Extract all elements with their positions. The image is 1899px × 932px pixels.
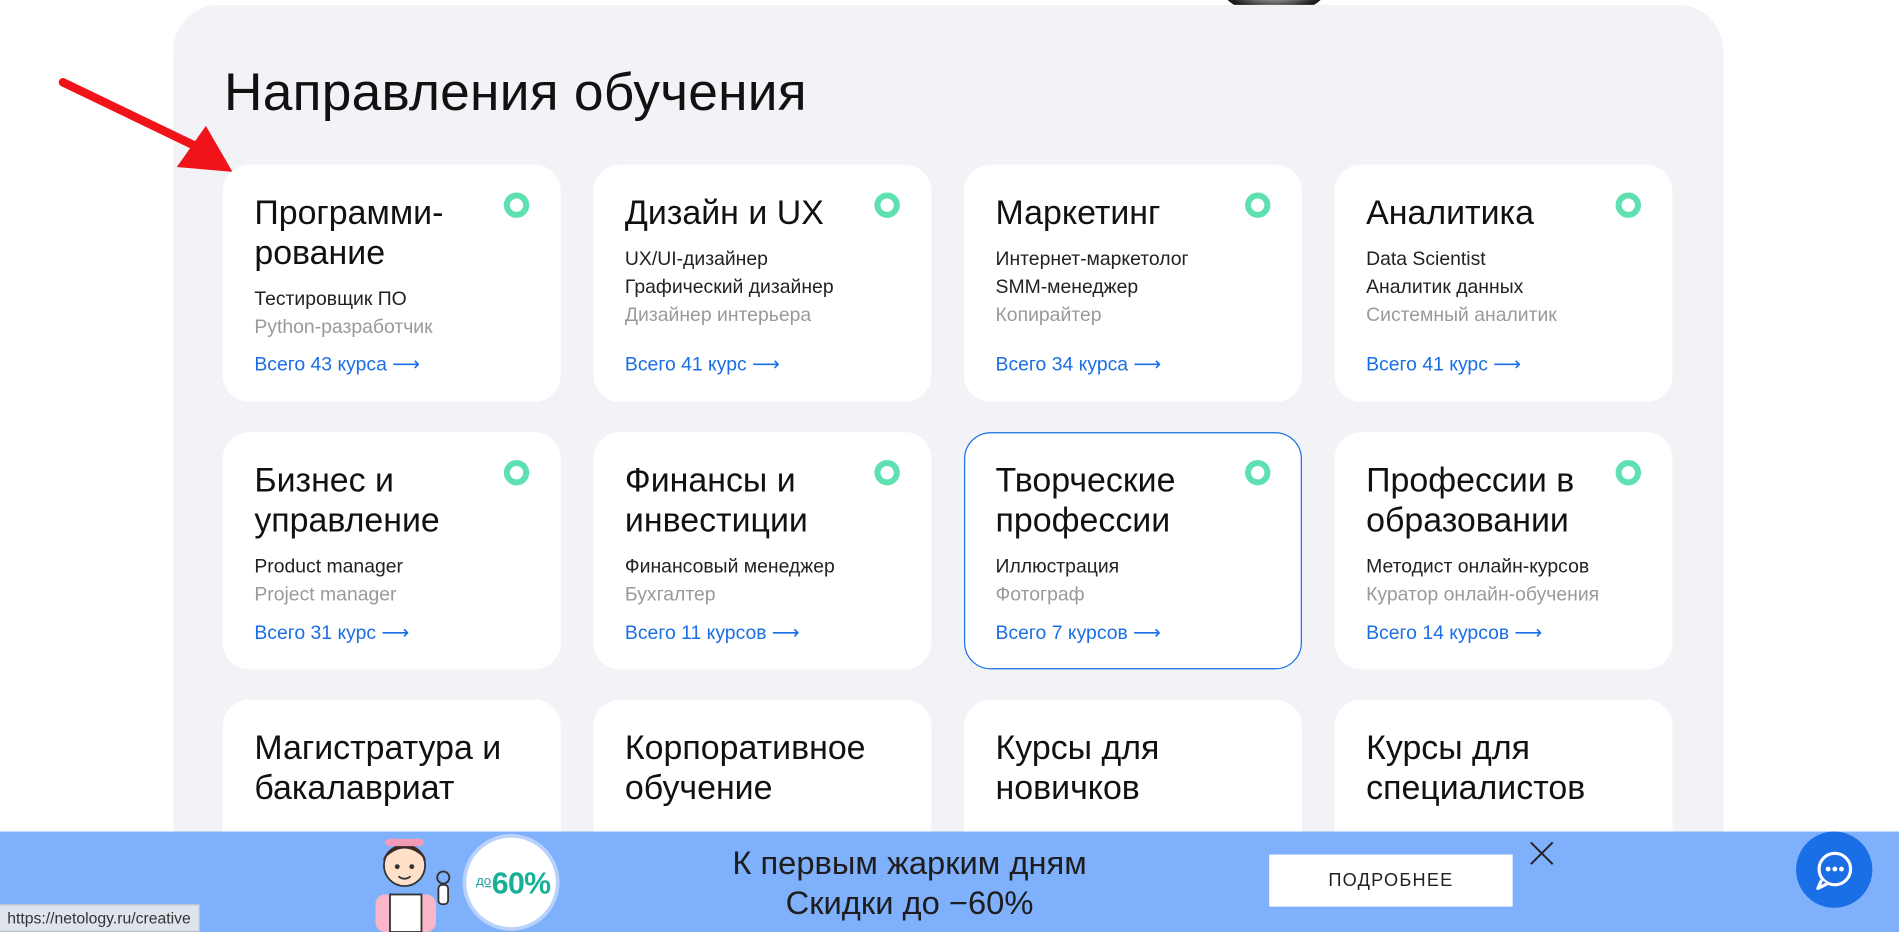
card-title: Программи-рование: [254, 193, 444, 272]
direction-card[interactable]: Финансы и инвестиции Финансовый менеджер Б…: [593, 432, 932, 670]
card-total-link[interactable]: Всего 43 курса ⟶: [254, 352, 420, 376]
promo-line-1: К первым жарким дням: [732, 844, 1087, 882]
card-profession[interactable]: Графический дизайнер: [625, 274, 834, 302]
card-total-link[interactable]: Всего 14 курсов ⟶: [1366, 621, 1542, 645]
red-arrow-annotation-icon: [58, 78, 233, 172]
card-profession[interactable]: Аналитик данных: [1366, 274, 1523, 302]
direction-card[interactable]: Маркетинг Интернет-маркетолог SMM-менеджер…: [964, 164, 1302, 402]
card-title: Дизайн и UX: [624, 193, 824, 232]
card-profession[interactable]: Python-разработчик: [254, 313, 432, 341]
card-title: Курсы для специалистов: [1366, 728, 1586, 807]
card-title: Маркетинг: [995, 193, 1161, 232]
discount-badge: до 60%: [462, 833, 560, 931]
card-total-link[interactable]: Всего 41 курс ⟶: [1366, 352, 1521, 376]
card-title: Аналитика: [1366, 193, 1534, 232]
card-profession[interactable]: Финансовый менеджер: [625, 553, 835, 581]
card-profession[interactable]: Project manager: [254, 581, 396, 609]
card-title: Творческие профессии: [995, 461, 1176, 539]
card-title: Финансы и инвестиции: [624, 461, 808, 539]
badge-value: 60%: [491, 866, 551, 901]
card-profession[interactable]: UX/UI-дизайнер: [625, 246, 768, 274]
status-dot-icon: [1245, 192, 1271, 218]
section-title: Направления обучения: [224, 62, 807, 123]
status-dot-icon: [503, 192, 530, 218]
direction-card[interactable]: Творческие профессии Иллюстрация Фотограф В…: [964, 432, 1302, 670]
promo-message: К первым жарким дням Скидки до −60%: [706, 844, 1113, 924]
close-icon[interactable]: [1528, 840, 1555, 867]
chat-button[interactable]: [1796, 831, 1873, 908]
direction-card[interactable]: Бизнес и управление Product manager Projec…: [222, 432, 561, 670]
card-profession[interactable]: Бухгалтер: [625, 581, 716, 609]
card-profession[interactable]: Product manager: [254, 553, 403, 581]
card-profession[interactable]: Фотограф: [996, 581, 1085, 609]
card-profession[interactable]: Дизайнер интерьера: [625, 301, 811, 329]
card-title: Бизнес и управление: [254, 461, 440, 539]
card-total-link[interactable]: Всего 34 курса ⟶: [996, 352, 1162, 376]
card-title: Магистратура и бакалавриат: [254, 728, 502, 807]
card-total-link[interactable]: Всего 31 курс ⟶: [254, 621, 409, 645]
card-profession[interactable]: Методист онлайн-курсов: [1366, 553, 1589, 581]
card-profession[interactable]: Копирайтер: [996, 301, 1102, 329]
card-title: Профессии в образовании: [1366, 461, 1575, 539]
girl-illustration-icon: [375, 838, 451, 932]
badge-prefix: до: [475, 873, 492, 889]
more-button[interactable]: ПОДРОБНЕЕ: [1269, 854, 1513, 907]
promo-line-2: Скидки до −60%: [785, 884, 1034, 922]
direction-card[interactable]: Аналитика Data Scientist Аналитик данных Си…: [1334, 164, 1673, 402]
card-total-link[interactable]: Всего 11 курсов ⟶: [625, 621, 800, 645]
card-title: Корпоративное обучение: [624, 728, 866, 807]
card-title: Курсы для новичков: [995, 728, 1160, 807]
card-profession[interactable]: Системный аналитик: [1366, 301, 1557, 329]
status-dot-icon: [874, 192, 900, 218]
card-profession[interactable]: Иллюстрация: [996, 553, 1120, 581]
card-profession[interactable]: Data Scientist: [1366, 246, 1486, 274]
card-profession[interactable]: SMM-менеджер: [996, 274, 1139, 302]
status-dot-icon: [1245, 459, 1271, 486]
chat-icon: [1816, 851, 1853, 891]
card-profession[interactable]: Тестировщик ПО: [254, 286, 406, 314]
status-dot-icon: [1615, 192, 1642, 218]
direction-card[interactable]: Дизайн и UX UX/UI-дизайнер Графический диз…: [593, 164, 932, 402]
card-total-link[interactable]: Всего 41 курс ⟶: [625, 352, 780, 376]
status-dot-icon: [503, 459, 530, 486]
card-total-link[interactable]: Всего 7 курсов ⟶: [996, 621, 1161, 645]
status-bar-url: https://netology.ru/creative: [0, 904, 200, 932]
card-profession[interactable]: Интернет-маркетолог: [996, 246, 1189, 274]
direction-card[interactable]: Профессии в образовании Методист онлайн-к…: [1334, 432, 1673, 670]
card-profession[interactable]: Куратор онлайн-обучения: [1366, 581, 1599, 609]
status-dot-icon: [1615, 459, 1642, 486]
status-dot-icon: [874, 459, 900, 486]
promo-banner[interactable]: К первым жарким дням Скидки до −60% ПОДР…: [0, 831, 1899, 932]
direction-card[interactable]: Программи-рование Тестировщик ПО Python-ра…: [222, 164, 561, 402]
